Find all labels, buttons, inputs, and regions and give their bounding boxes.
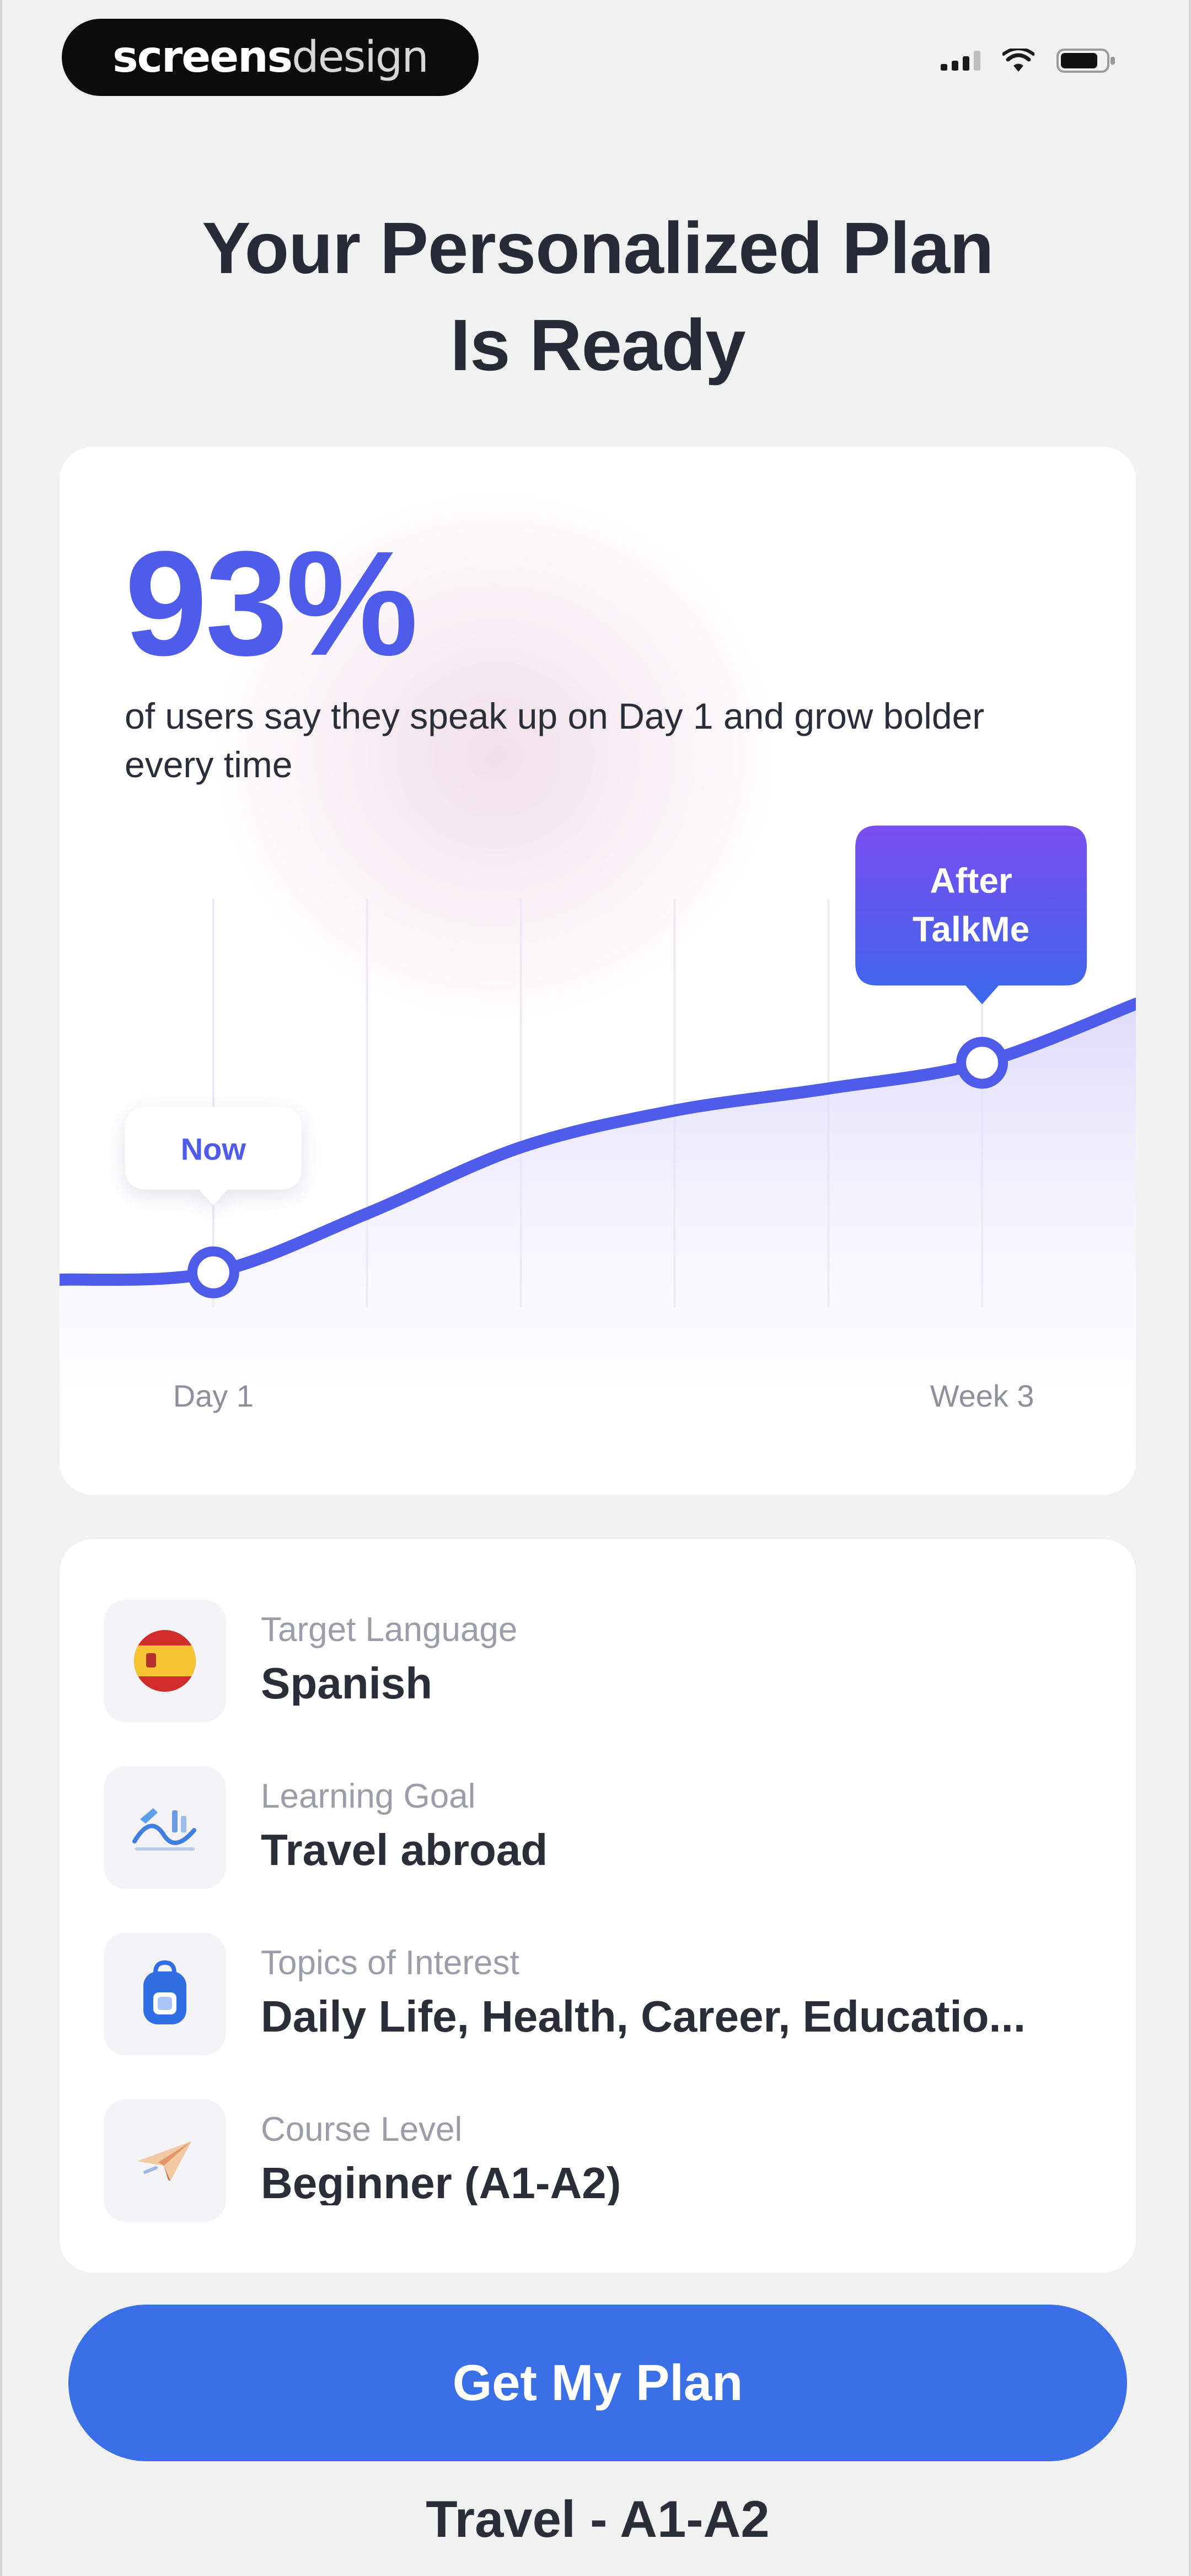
page-title-line-1: Your Personalized Plan	[202, 207, 994, 288]
detail-label: Course Level	[261, 2110, 463, 2149]
brand-badge: screens design	[62, 19, 479, 96]
detail-value: Daily Life, Health, Career, Educatio...	[261, 1995, 1026, 2039]
tooltip-after-label-line-1: After	[930, 861, 1012, 901]
x-axis-label-week-3: Week 3	[930, 1378, 1034, 1413]
travel-icon	[104, 1766, 226, 1889]
plan-summary: Travel - A1-A2	[426, 2490, 770, 2548]
spain-flag-icon	[104, 1600, 226, 1722]
paper-plane-icon	[104, 2099, 226, 2222]
brand-text-bold: screens	[112, 33, 293, 82]
progress-chart-card: 93% of users say they speak up on Day 1 …	[60, 447, 1136, 1495]
detail-value: Beginner (A1-A2)	[261, 2161, 621, 2205]
plan-details-card: Target Language Spanish Learning Goal Tr…	[60, 1539, 1136, 2273]
page-title: Your Personalized Plan Is Ready	[2, 200, 1189, 394]
detail-row-course-level[interactable]: Course Level Beginner (A1-A2)	[104, 2099, 1096, 2226]
brand-text-light: design	[292, 33, 429, 82]
detail-row-target-language[interactable]: Target Language Spanish	[104, 1600, 1096, 1727]
detail-label: Topics of Interest	[261, 1944, 519, 1982]
progress-chart: Now After TalkMe Day 1 Week 3	[60, 825, 1136, 1495]
tooltip-now-label: Now	[181, 1132, 246, 1167]
chart-point-after	[956, 1036, 1008, 1089]
tooltip-after-label-line-2: TalkMe	[913, 910, 1029, 949]
detail-row-topics[interactable]: Topics of Interest Daily Life, Health, C…	[104, 1933, 1096, 2060]
detail-value: Spanish	[261, 1661, 433, 1706]
app-screen: screens design Your Personalized Plan Is …	[0, 0, 1191, 2576]
detail-row-learning-goal[interactable]: Learning Goal Travel abroad	[104, 1766, 1096, 1893]
chart-point-now	[187, 1246, 239, 1298]
page-title-line-2: Is Ready	[450, 304, 746, 386]
detail-label: Target Language	[261, 1611, 518, 1649]
cellular-signal-icon	[941, 51, 980, 71]
detail-label: Learning Goal	[261, 1777, 476, 1815]
wifi-icon	[1002, 49, 1034, 73]
battery-icon	[1056, 47, 1117, 74]
get-my-plan-button[interactable]: Get My Plan	[68, 2305, 1127, 2461]
x-axis-label-day-1: Day 1	[173, 1378, 254, 1413]
backpack-icon	[104, 1933, 226, 2055]
detail-value: Travel abroad	[261, 1828, 548, 1872]
status-icons	[941, 47, 1117, 74]
